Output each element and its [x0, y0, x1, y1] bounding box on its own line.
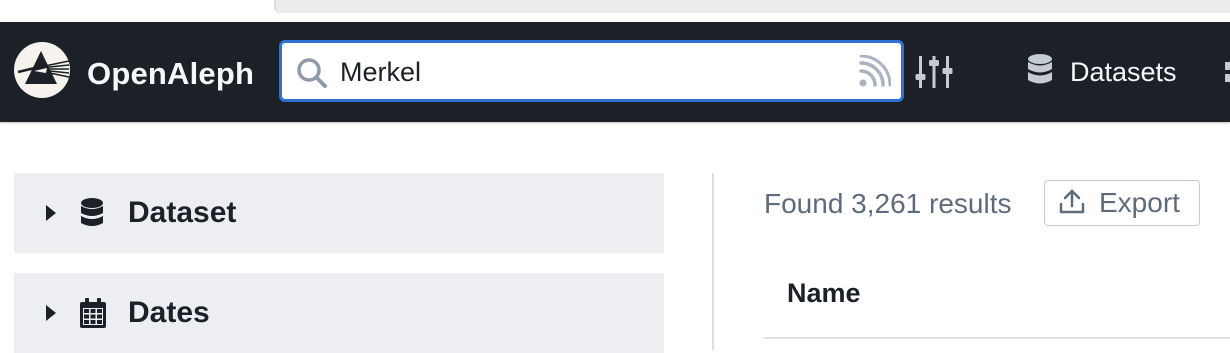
database-icon [1026, 53, 1054, 92]
nav-overflow-icon[interactable] [1222, 56, 1230, 90]
export-button[interactable]: Export [1044, 180, 1200, 226]
facet-dataset[interactable]: Dataset [14, 173, 664, 253]
caret-right-icon [44, 204, 58, 222]
prism-logo-icon[interactable] [14, 42, 70, 98]
facet-label: Dataset [128, 196, 237, 229]
database-icon [78, 197, 106, 229]
result-count: Found 3,261 results [764, 188, 1012, 219]
export-label: Export [1099, 187, 1180, 218]
table-header-rule [764, 337, 1230, 339]
column-header-name[interactable]: Name [787, 278, 861, 309]
upload-icon [1059, 188, 1085, 219]
browser-tab-edge [274, 0, 1230, 13]
nav-datasets-label: Datasets [1070, 56, 1177, 87]
calendar-icon [78, 297, 106, 329]
browser-chrome [0, 0, 1230, 22]
nav-datasets-link[interactable]: Datasets [1026, 50, 1177, 94]
facet-dates[interactable]: Dates [14, 273, 664, 353]
search-input[interactable] [340, 52, 820, 92]
facet-label: Dates [128, 296, 210, 329]
top-navbar: OpenAleph Merkel Datasets [0, 22, 1230, 122]
search-box[interactable] [279, 40, 904, 102]
rss-feed-icon[interactable] [857, 54, 892, 89]
caret-right-icon [44, 304, 58, 322]
panel-divider [712, 173, 714, 350]
brand-name[interactable]: OpenAleph [87, 56, 254, 92]
sliders-icon[interactable] [914, 52, 954, 92]
search-icon [296, 57, 328, 89]
